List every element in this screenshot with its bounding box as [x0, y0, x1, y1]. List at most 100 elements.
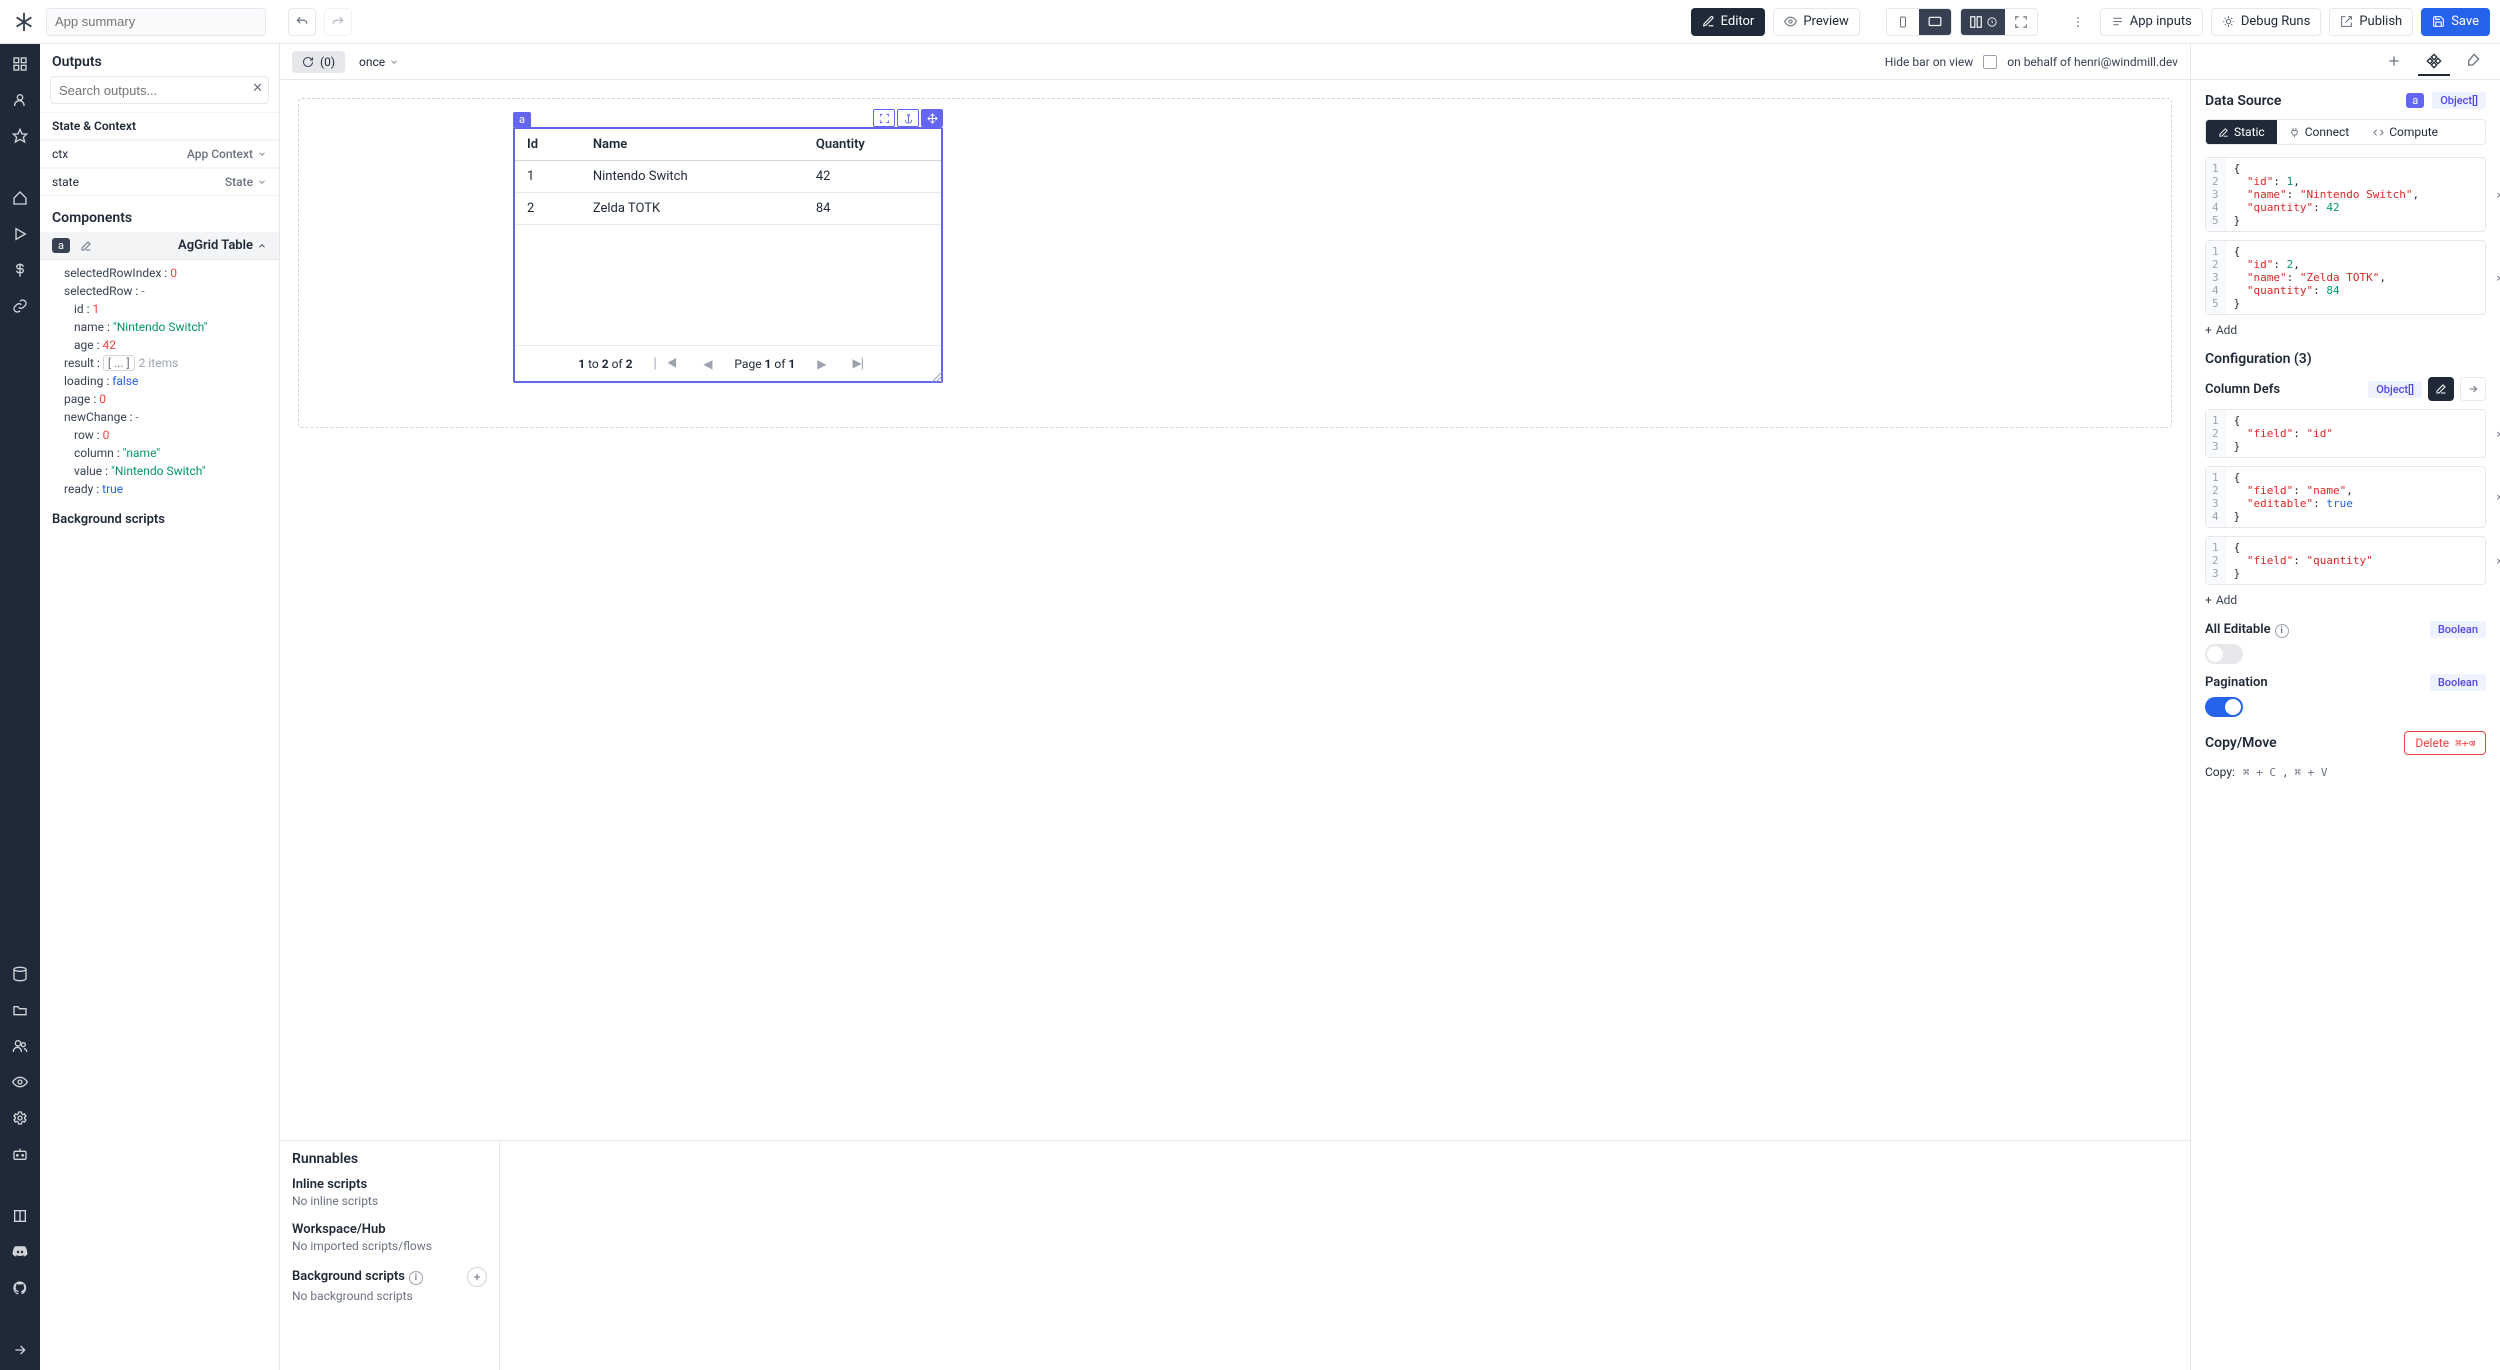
editor-label: Editor	[1721, 14, 1755, 29]
edit-component-icon[interactable]	[80, 240, 92, 252]
rail-folder-icon[interactable]	[8, 998, 32, 1022]
rail-user-icon[interactable]	[8, 88, 32, 112]
more-menu[interactable]	[2064, 8, 2092, 36]
all-editable-toggle[interactable]	[2205, 644, 2243, 664]
desktop-viewport[interactable]	[1919, 9, 1951, 35]
rail-database-icon[interactable]	[8, 962, 32, 986]
app-inputs-button[interactable]: App inputs	[2100, 8, 2203, 36]
rail-users-icon[interactable]	[8, 1034, 32, 1058]
ds-item-1[interactable]: 12345 { "id": 1, "name": "Nintendo Switc…	[2205, 157, 2486, 232]
debug-runs-label: Debug Runs	[2241, 14, 2310, 29]
compute-mode[interactable]: Compute	[2361, 120, 2450, 144]
publish-label: Publish	[2359, 14, 2402, 29]
layout-columns[interactable]	[1961, 9, 2005, 35]
coldef-id[interactable]: 123 { "field": "id"} ✕	[2205, 409, 2486, 458]
pager-next[interactable]: ▶	[813, 357, 830, 371]
once-dropdown[interactable]: once	[353, 51, 405, 73]
ctx-row[interactable]: ctx App Context	[40, 140, 279, 168]
add-coldef[interactable]: + Add	[2205, 593, 2486, 607]
ds-badge: a	[2406, 93, 2424, 108]
rail-dollar-icon[interactable]	[8, 258, 32, 282]
component-item[interactable]: a AgGrid Table	[40, 232, 279, 260]
debug-runs-button[interactable]: Debug Runs	[2211, 8, 2321, 36]
add-bg-script-button[interactable]: +	[467, 1267, 487, 1287]
table-row[interactable]: 1 Nintendo Switch 42	[515, 161, 941, 193]
delete-coldef-icon[interactable]: ✕	[2496, 427, 2500, 440]
coldef-name[interactable]: 1234 { "field": "name", "editable": true…	[2205, 466, 2486, 528]
add-ds-item[interactable]: + Add	[2205, 323, 2486, 337]
refresh-pill[interactable]: (0)	[292, 51, 345, 73]
pager-first[interactable]: ⎸◀	[650, 356, 681, 371]
boolean-badge: Boolean	[2430, 621, 2486, 638]
state-row[interactable]: state State	[40, 168, 279, 196]
edit-coldefs-icon[interactable]	[2428, 377, 2454, 401]
table-row[interactable]: 2 Zelda TOTK 84	[515, 193, 941, 225]
rail-home-icon[interactable]	[8, 186, 32, 210]
redo-button[interactable]	[324, 8, 352, 36]
ds-mode-toggle: Static Connect Compute	[2205, 119, 2486, 145]
info-icon[interactable]: i	[2275, 624, 2289, 638]
boolean-badge: Boolean	[2430, 674, 2486, 691]
aggrid-widget[interactable]: a Id Name Quantity	[513, 127, 943, 383]
mobile-viewport[interactable]	[1887, 9, 1919, 35]
save-button[interactable]: Save	[2421, 8, 2490, 36]
clear-search-icon[interactable]: ✕	[252, 81, 263, 96]
delete-item-icon[interactable]: ✕	[2496, 188, 2500, 201]
workspace-hub-title: Workspace/Hub	[292, 1222, 487, 1237]
pager-prev[interactable]: ◀	[699, 357, 716, 371]
delete-coldef-icon[interactable]: ✕	[2496, 491, 2500, 504]
rail-dashboard-icon[interactable]	[8, 52, 32, 76]
pager-page: Page 1 of 1	[734, 357, 795, 371]
canvas[interactable]: a Id Name Quantity	[280, 80, 2190, 1140]
windmill-logo	[10, 8, 38, 36]
widget-move-handle[interactable]	[921, 109, 943, 127]
coldef-quantity[interactable]: 123 { "field": "quantity"} ✕	[2205, 536, 2486, 585]
rail-expand-icon[interactable]	[8, 1338, 32, 1362]
state-context-header[interactable]: State & Context	[40, 112, 279, 140]
resize-handle[interactable]	[932, 372, 942, 382]
canvas-dropzone[interactable]: a Id Name Quantity	[298, 98, 2172, 428]
rail-settings-icon[interactable]	[8, 1106, 32, 1130]
pager-last[interactable]: ▶⎸	[849, 356, 878, 371]
coldefs-type-badge: Object[]	[2368, 381, 2422, 398]
search-outputs-input[interactable]	[50, 76, 269, 104]
pagination-toggle[interactable]	[2205, 697, 2243, 717]
next-coldefs-icon[interactable]	[2460, 377, 2486, 401]
publish-button[interactable]: Publish	[2329, 8, 2413, 36]
undo-button[interactable]	[288, 8, 316, 36]
preview-tab[interactable]: Preview	[1773, 8, 1859, 36]
viewport-toggle	[1886, 8, 1952, 36]
col-name[interactable]: Name	[581, 129, 804, 161]
col-quantity[interactable]: Quantity	[804, 129, 941, 161]
ds-item-2[interactable]: 12345 { "id": 2, "name": "Zelda TOTK", "…	[2205, 240, 2486, 315]
app-title-input[interactable]	[46, 8, 266, 36]
tab-style[interactable]	[2458, 48, 2490, 76]
table-pager: 1 to 2 of 2 ⎸◀ ◀ Page 1 of 1 ▶ ▶⎸	[515, 345, 941, 381]
layout-fullscreen[interactable]	[2005, 9, 2037, 35]
col-id[interactable]: Id	[515, 129, 581, 161]
info-icon[interactable]: i	[409, 1271, 423, 1285]
rail-bot-icon[interactable]	[8, 1142, 32, 1166]
hide-bar-checkbox[interactable]	[1983, 55, 1997, 69]
rail-github-icon[interactable]	[8, 1276, 32, 1300]
widget-expand-handle[interactable]	[873, 109, 895, 127]
inspector-panel: Data Source a Object[] Static Connect	[2190, 44, 2500, 1370]
delete-component-button[interactable]: Delete ⌘+⌫	[2404, 731, 2486, 755]
rail-star-icon[interactable]	[8, 124, 32, 148]
editor-tab[interactable]: Editor	[1691, 8, 1766, 36]
code-icon	[2373, 127, 2384, 138]
delete-item-icon[interactable]: ✕	[2496, 271, 2500, 284]
rail-eye-icon[interactable]	[8, 1070, 32, 1094]
connect-mode[interactable]: Connect	[2277, 120, 2361, 144]
rail-link-icon[interactable]	[8, 294, 32, 318]
tab-add[interactable]	[2378, 48, 2410, 76]
rail-discord-icon[interactable]	[8, 1240, 32, 1264]
canvas-toolbar: (0) once Hide bar on view on behalf of h…	[280, 44, 2190, 80]
static-mode[interactable]: Static	[2206, 120, 2277, 144]
tab-component[interactable]	[2418, 48, 2450, 76]
column-defs-title: Column Defs	[2205, 382, 2280, 397]
widget-anchor-handle[interactable]	[897, 109, 919, 127]
rail-book-icon[interactable]	[8, 1204, 32, 1228]
rail-play-icon[interactable]	[8, 222, 32, 246]
delete-coldef-icon[interactable]: ✕	[2496, 554, 2500, 567]
